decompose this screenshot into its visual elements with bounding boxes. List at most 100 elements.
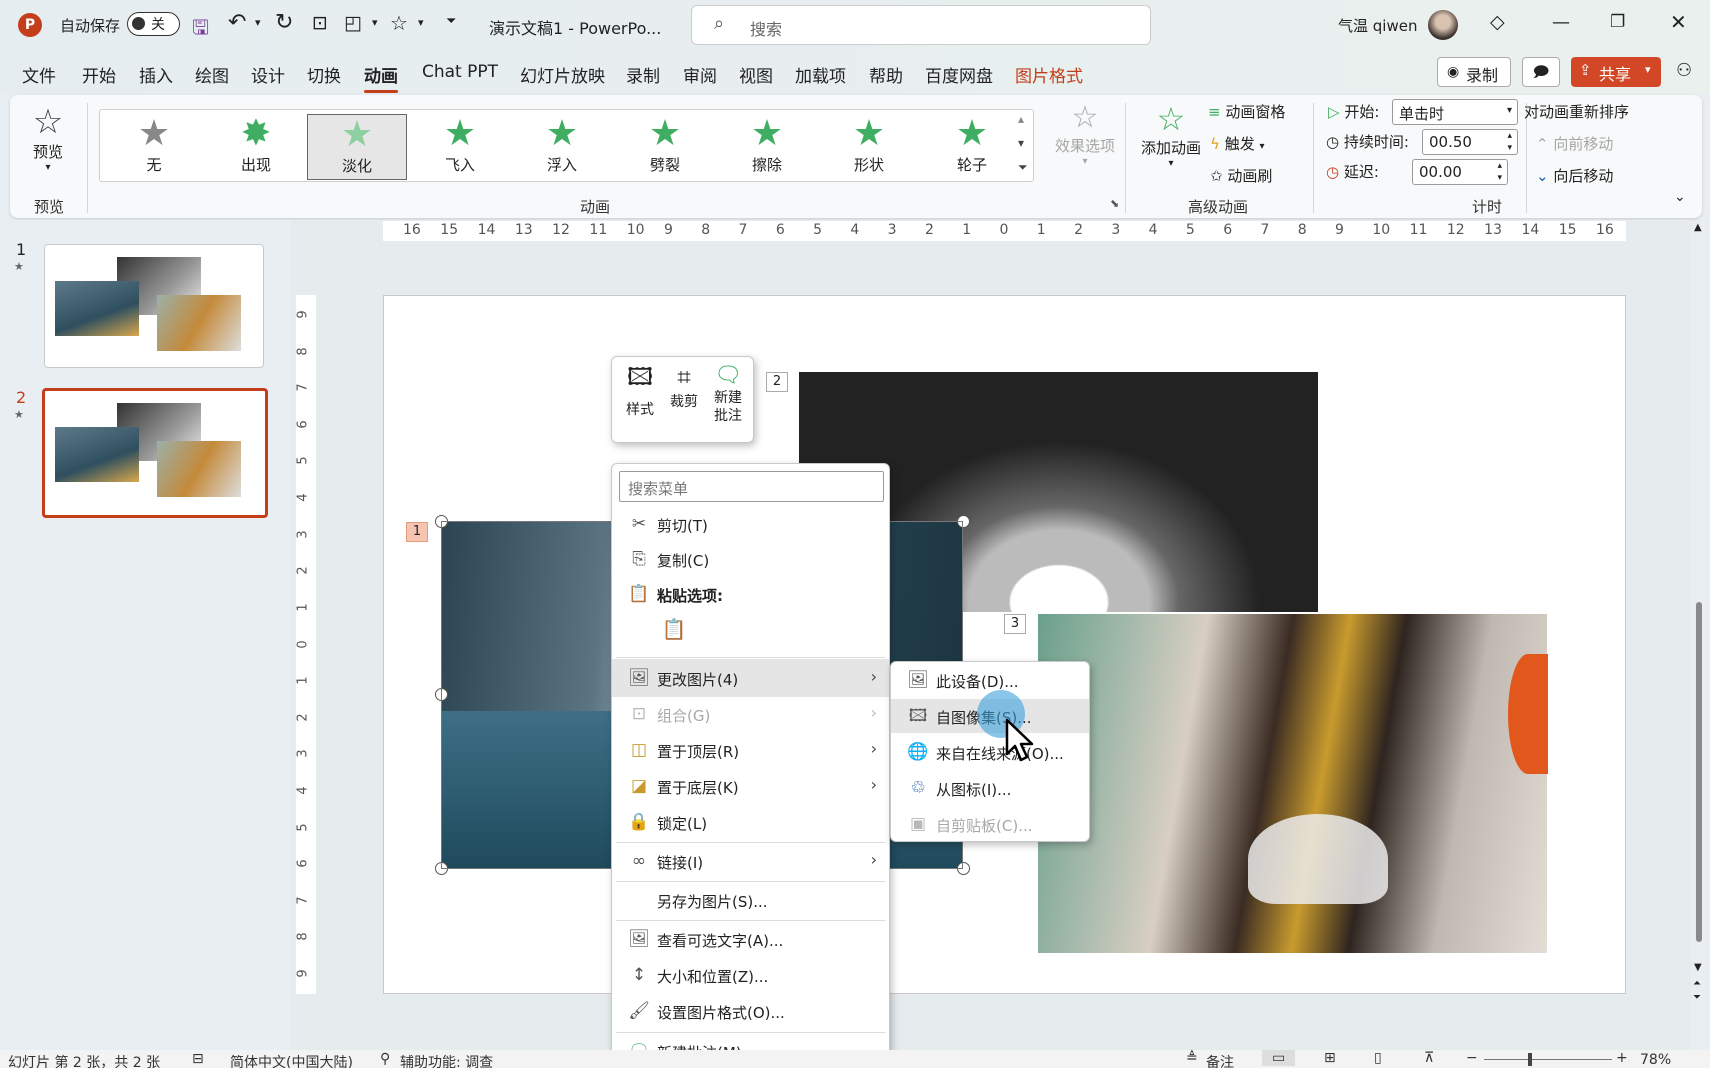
tab-design[interactable]: 设计 (251, 62, 285, 87)
animation-painter-button[interactable]: ✩ 动画刷 (1210, 165, 1272, 186)
tab-home[interactable]: 开始 (82, 62, 116, 87)
animation-wipe[interactable]: ★ 擦除 (717, 114, 817, 180)
animation-pane-button[interactable]: ≡ 动画窗格 (1208, 101, 1285, 122)
scroll-up-icon[interactable]: ▲ (1694, 222, 1702, 233)
tab-addins[interactable]: 加载项 (795, 62, 846, 87)
gallery-scroll-down-icon[interactable]: ▾ (1018, 136, 1024, 150)
coauthor-icon[interactable]: ⚇ (1676, 60, 1692, 81)
shapes-dropdown-icon[interactable]: ▾ (372, 16, 378, 29)
tab-view[interactable]: 视图 (739, 62, 773, 87)
animation-tag-3[interactable]: 3 (1004, 614, 1026, 634)
menu-item-change-picture[interactable]: 🖼 更改图片(4) › (612, 659, 889, 697)
zoom-slider-thumb[interactable] (1528, 1053, 1532, 1066)
resize-handle[interactable] (957, 862, 970, 875)
tab-transitions[interactable]: 切换 (307, 62, 341, 87)
slide-thumbnail-1[interactable] (44, 244, 264, 368)
spellcheck-icon[interactable]: ⊟ (192, 1051, 204, 1067)
tab-baidu[interactable]: 百度网盘 (925, 62, 993, 87)
duration-stepper[interactable]: 00.50 ▴ ▾ (1422, 129, 1518, 155)
share-button[interactable]: ⇪ 共享 ▾ (1571, 57, 1661, 87)
slideshow-view-icon[interactable]: ⊼ (1424, 1050, 1434, 1066)
present-icon[interactable]: ⊡ (312, 12, 328, 34)
accessibility-label[interactable]: 辅助功能: 调查 (400, 1052, 493, 1068)
resize-handle[interactable] (435, 688, 448, 701)
menu-item-save-as-picture[interactable]: 另存为图片(S)... (612, 883, 889, 917)
image-hug-cake[interactable] (1038, 614, 1548, 953)
menu-item-alt-text[interactable]: 🖼 查看可选文字(A)... (612, 922, 889, 956)
menu-item-cut[interactable]: ✂ 剪切(T) (612, 507, 889, 541)
restore-icon[interactable]: ❐ (1610, 12, 1625, 32)
animation-shape[interactable]: ★ 形状 (819, 114, 919, 180)
premium-diamond-icon[interactable]: ◇ (1490, 11, 1505, 33)
scroll-thumb[interactable] (1696, 602, 1702, 942)
menu-item-copy[interactable]: ⎘ 复制(C) (612, 542, 889, 576)
star-icon[interactable]: ☆ (390, 11, 408, 35)
animation-none[interactable]: ★ 无 (104, 114, 204, 180)
autosave-toggle[interactable]: 关 (127, 12, 180, 36)
menu-item-group[interactable]: ⊡ 组合(G) › (612, 697, 889, 731)
notes-button[interactable]: 备注 (1206, 1052, 1234, 1068)
shapes-icon[interactable]: ◰ (344, 12, 362, 34)
animation-fade[interactable]: ★ 淡化 (307, 114, 407, 180)
trigger-button[interactable]: ϟ 触发 ▾ (1210, 133, 1265, 154)
search-box[interactable]: ⌕ 搜索 (691, 5, 1151, 45)
tab-insert[interactable]: 插入 (139, 62, 173, 87)
style-button[interactable]: 🖾 样式 (618, 363, 662, 419)
animation-appear[interactable]: ✸ 出现 (206, 114, 306, 180)
preview-button[interactable]: ☆ 预览 ▾ (22, 103, 74, 183)
scroll-down-icon[interactable]: ▼ (1694, 962, 1702, 973)
zoom-slider[interactable] (1484, 1053, 1612, 1066)
submenu-item-online[interactable]: 🌐 来自在线来源(O)... (891, 735, 1089, 769)
crop-button[interactable]: ⌗ 裁剪 (664, 363, 704, 411)
animation-tag-1[interactable]: 1 (406, 522, 428, 542)
resize-handle[interactable] (435, 862, 448, 875)
animation-split[interactable]: ★ 劈裂 (615, 114, 715, 180)
move-earlier-button[interactable]: ⌃ 向前移动 (1536, 133, 1613, 154)
prev-slide-icon[interactable]: ⏶ (1693, 978, 1701, 989)
tab-draw[interactable]: 绘图 (195, 62, 229, 87)
undo-icon[interactable]: ↶ (228, 10, 246, 35)
vertical-scrollbar[interactable]: ▲ ▼ ⏶ ⏷ (1692, 222, 1706, 1003)
add-animation-button[interactable]: ☆ 添加动画 ▾ (1138, 101, 1204, 169)
comments-button[interactable]: 🗩 (1522, 57, 1560, 87)
tab-record[interactable]: 录制 (626, 62, 660, 87)
undo-dropdown-icon[interactable]: ▾ (255, 16, 261, 29)
animation-fly-in[interactable]: ★ 飞入 (410, 114, 510, 180)
menu-item-lock[interactable]: 🔒 锁定(L) (612, 805, 889, 839)
next-slide-icon[interactable]: ⏷ (1693, 992, 1701, 1003)
resize-handle[interactable] (435, 515, 448, 528)
submenu-item-from-clipboard[interactable]: ▣ 自剪贴板(C)... (891, 807, 1089, 841)
animation-tag-2[interactable]: 2 (766, 372, 788, 392)
minimize-icon[interactable]: — (1552, 12, 1570, 33)
menu-item-link[interactable]: ∞ 链接(I) › (612, 844, 889, 878)
user-name[interactable]: 气温 qiwen (1338, 15, 1417, 36)
move-later-button[interactable]: ⌄ 向后移动 (1536, 165, 1613, 186)
zoom-out-icon[interactable]: − (1466, 1050, 1478, 1066)
tab-file[interactable]: 文件 (22, 62, 56, 87)
tab-animations[interactable]: 动画 (364, 62, 398, 93)
avatar[interactable] (1428, 10, 1458, 40)
paste-keep-text-icon[interactable]: 📋 (660, 617, 688, 647)
gallery-more-icon[interactable]: ⏷ (1018, 160, 1028, 175)
new-comment-button[interactable]: 🗨 新建 批注 (706, 363, 750, 425)
animation-wheel[interactable]: ★ 轮子 (922, 114, 1022, 180)
menu-item-size-position[interactable]: ↕ 大小和位置(Z)... (612, 958, 889, 992)
save-icon[interactable]: 🖫 (192, 13, 209, 47)
redo-icon[interactable]: ↻ (275, 10, 293, 35)
tab-review[interactable]: 审阅 (683, 62, 717, 87)
delay-stepper[interactable]: 00.00 ▴ ▾ (1412, 159, 1508, 185)
tab-slideshow[interactable]: 幻灯片放映 (520, 62, 605, 87)
close-icon[interactable]: ✕ (1670, 10, 1687, 34)
collapse-ribbon-icon[interactable]: ⌄ (1674, 189, 1686, 205)
resize-handle[interactable] (957, 515, 970, 528)
zoom-level[interactable]: 78% (1640, 1052, 1671, 1068)
normal-view-icon[interactable]: ▭ (1262, 1050, 1296, 1066)
slide-sorter-icon[interactable]: ⊞ (1324, 1050, 1336, 1066)
menu-search-input[interactable]: 搜索菜单 (619, 471, 884, 502)
customize-icon[interactable]: ⏷ (446, 14, 456, 29)
tab-chatppt[interactable]: Chat PPT (422, 62, 498, 82)
start-select[interactable]: 单击时 ▾ (1392, 99, 1518, 125)
animation-float-in[interactable]: ★ 浮入 (512, 114, 612, 180)
menu-item-send-to-back[interactable]: ◪ 置于底层(K) › (612, 769, 889, 803)
menu-item-format-picture[interactable]: 🖌 设置图片格式(O)... (612, 994, 889, 1028)
